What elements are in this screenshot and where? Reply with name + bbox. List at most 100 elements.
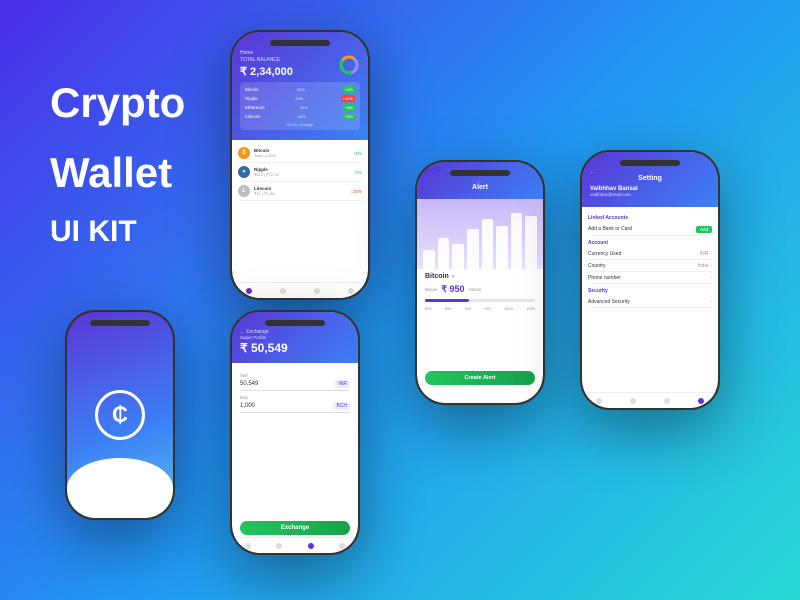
currency-chevron: › — [710, 251, 712, 257]
home-bottom-nav — [232, 282, 368, 298]
sell-currency: INR — [335, 380, 350, 388]
crypto-litecoin: Litecoin — [245, 114, 261, 119]
buy-currency: BCH — [333, 402, 350, 410]
exchange-amount: ₹ 50,549 — [240, 341, 350, 355]
exchange-header: ← Exchange Super Profits ₹ 50,549 — [232, 312, 358, 363]
price-value: ₹ 950 — [441, 284, 464, 295]
ethereum-change: +6% — [343, 104, 355, 111]
price-slider[interactable] — [425, 299, 535, 302]
add-button[interactable]: Add — [696, 226, 712, 233]
coin-selector[interactable]: Bitcoin ▾ — [425, 273, 535, 280]
country-label: Country — [588, 263, 606, 269]
ripple-change: +10% — [341, 95, 355, 102]
security-chevron: › — [710, 299, 712, 305]
settings-bottom-nav — [582, 392, 718, 408]
advanced-security-row[interactable]: Advanced Security › — [588, 296, 712, 308]
country-chevron: › — [710, 263, 712, 269]
bitcoin-change: +4% — [343, 86, 355, 93]
bar-2 — [438, 238, 450, 269]
bar-5 — [482, 219, 494, 269]
splash-wave — [67, 458, 173, 518]
nav-wallet[interactable] — [314, 288, 320, 294]
above-label: Above — [469, 287, 482, 292]
sell-label: Sell — [240, 373, 350, 378]
exchange-body: Sell 50,549 INR Buy 1,000 BCH — [232, 363, 358, 419]
home-header: Home TOTAL BALANCE ₹ 2,34,000 Bitcoin 22… — [232, 32, 368, 140]
slider-fill — [425, 299, 469, 302]
crypto-bitcoin: Bitcoin — [245, 87, 259, 92]
nav-home[interactable] — [246, 288, 252, 294]
below-label: Below — [425, 287, 437, 292]
asset-ripple: ✦ Ripple ₹112 | ₹72.25 ↑2% — [238, 163, 362, 182]
hero-title-crypto: Crypto — [50, 80, 185, 126]
buy-value: 1,000 — [240, 403, 333, 409]
phone-alert: ← Alert Bit Coin Bitcoin ▾ Below ₹ 950 A… — [415, 160, 545, 405]
bar-4 — [467, 229, 479, 269]
currency-value: INR — [700, 251, 709, 257]
linked-accounts-section: Linked Accounts — [588, 215, 712, 221]
asset-ripple-info: Ripple ₹112 | ₹72.25 — [254, 167, 353, 177]
asset-litecoin-info: Litecoin ₹21 | ₹1.85 — [254, 186, 351, 196]
settings-body: Linked Accounts Add a Bank or Card Add A… — [582, 207, 718, 312]
exchange-button[interactable]: Exchange — [240, 521, 350, 535]
alert-chart: Bit Coin — [417, 199, 543, 269]
home-donut-chart — [338, 54, 360, 76]
sell-value: 50,549 — [240, 381, 335, 387]
chart-label: Bit Coin — [423, 168, 442, 174]
create-alert-button[interactable]: Create Alert — [425, 371, 535, 385]
settings-nav-home[interactable] — [596, 398, 602, 404]
nav-exchange[interactable] — [308, 543, 314, 549]
asset-litecoin: Ł Litecoin ₹21 | ₹1.85 ↓20% — [238, 182, 362, 201]
litecoin-icon: Ł — [238, 185, 250, 197]
coin-name: Bitcoin — [425, 273, 449, 280]
asset-bitcoin-info: Bitcoin Total | 1.825 — [254, 148, 353, 158]
buy-row: 1,000 BCH — [240, 402, 350, 413]
price-row: Below ₹ 950 Above — [425, 284, 535, 295]
slider-labels: 800 850 900 950 1000 1050 — [425, 306, 535, 311]
phone-splash: ₵ — [65, 310, 175, 520]
phone-home: Home TOTAL BALANCE ₹ 2,34,000 Bitcoin 22… — [230, 30, 370, 300]
hero-title-wallet: Wallet — [50, 150, 172, 196]
advanced-security-label: Advanced Security — [588, 299, 630, 305]
phone-settings: ← Setting Vaibhhav Bansal vaibhhav@mail.… — [580, 150, 720, 410]
crypto-mini-list: Bitcoin 22% +4% Ripple 33% +10% Ethereum… — [240, 82, 360, 130]
nav-bell-2[interactable] — [276, 543, 282, 549]
phone-label: Phone number — [588, 275, 621, 281]
settings-nav-active[interactable] — [698, 398, 704, 404]
phone-chevron: › — [710, 275, 712, 281]
bar-3 — [452, 244, 464, 269]
settings-header: ← Setting Vaibhhav Bansal vaibhhav@mail.… — [582, 152, 718, 207]
country-row[interactable]: Country India › — [588, 260, 712, 272]
exchange-screen: ← Exchange Super Profits ₹ 50,549 Sell 5… — [232, 312, 358, 553]
add-bank-label: Add a Bank or Card — [588, 226, 632, 232]
dropdown-icon: ▾ — [452, 274, 455, 280]
nav-home-2[interactable] — [245, 543, 251, 549]
bar-7 — [511, 213, 523, 269]
buy-label: Buy — [240, 395, 350, 400]
sell-row: 50,549 INR — [240, 380, 350, 391]
settings-nav-wallet[interactable] — [664, 398, 670, 404]
alert-body: Bitcoin ▾ Below ₹ 950 Above 800 850 900 … — [417, 269, 543, 315]
add-bank-row[interactable]: Add a Bank or Card Add — [588, 223, 712, 236]
bitcoin-icon: ₿ — [238, 147, 250, 159]
super-profits-label: Super Profits — [240, 335, 350, 340]
bar-1 — [423, 250, 435, 269]
home-body: ₿ Bitcoin Total | 1.825 ↑5% ✦ Ripple ₹11… — [232, 140, 368, 205]
alert-title: Alert — [425, 184, 535, 191]
phone-row[interactable]: Phone number › — [588, 272, 712, 284]
home-screen: Home TOTAL BALANCE ₹ 2,34,000 Bitcoin 22… — [232, 32, 368, 298]
country-value: India — [697, 263, 708, 269]
settings-title: Setting — [590, 175, 710, 182]
litecoin-change: +5% — [343, 113, 355, 120]
bar-8 — [525, 216, 537, 269]
nav-settings[interactable] — [348, 288, 354, 294]
account-section: Account — [588, 240, 712, 246]
settings-nav-bell[interactable] — [630, 398, 636, 404]
exchange-bottom-nav — [232, 537, 358, 553]
nav-bell[interactable] — [280, 288, 286, 294]
currency-row[interactable]: Currency Used INR › — [588, 248, 712, 260]
nav-settings-2[interactable] — [339, 543, 345, 549]
crypto-ripple: Ripple — [245, 96, 258, 101]
alert-screen: ← Alert Bit Coin Bitcoin ▾ Below ₹ 950 A… — [417, 162, 543, 403]
bar-6 — [496, 226, 508, 269]
